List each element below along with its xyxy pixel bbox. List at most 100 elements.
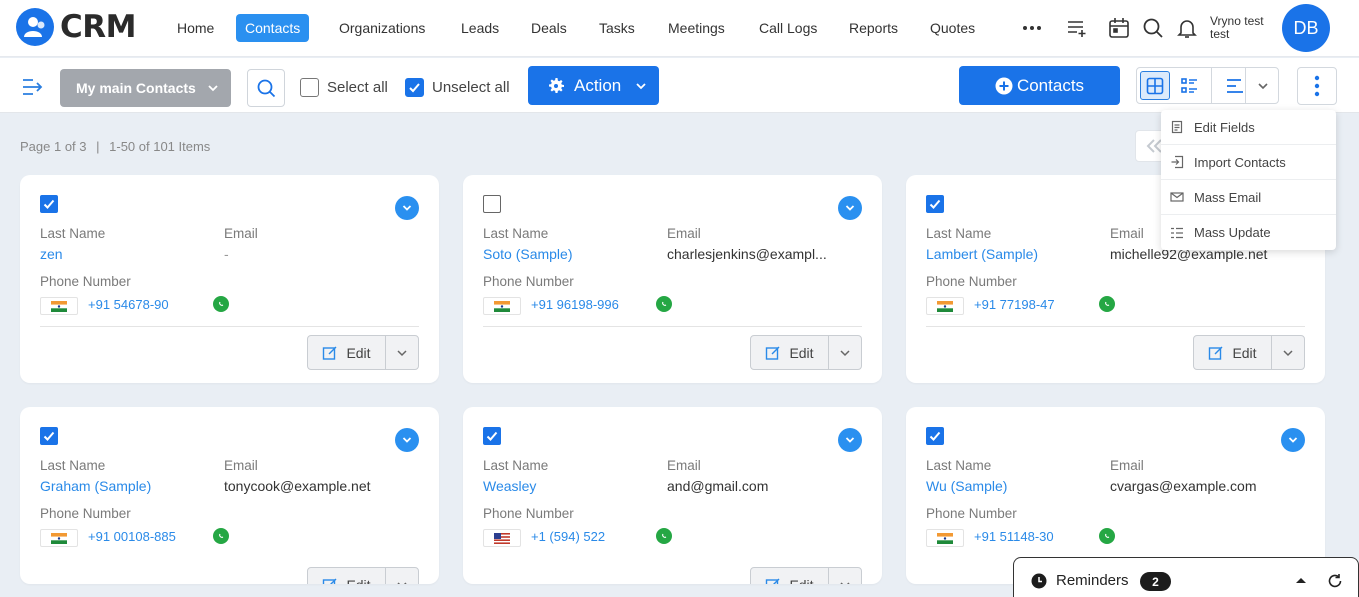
nav-call-logs[interactable]: Call Logs [750, 14, 826, 42]
whatsapp-icon[interactable] [1099, 528, 1115, 544]
more-options-button[interactable] [1297, 67, 1337, 105]
grid-view-button[interactable] [1140, 71, 1170, 100]
menu-item-edit-fields[interactable]: Edit Fields [1161, 110, 1336, 145]
card-checkbox[interactable] [40, 195, 58, 213]
select-all-checkbox[interactable]: Select all [300, 78, 388, 97]
whatsapp-icon[interactable] [656, 296, 672, 312]
sidebar-toggle-icon[interactable] [20, 77, 44, 102]
edit-icon [766, 346, 780, 360]
divider [1211, 68, 1212, 103]
nav-contacts[interactable]: Contacts [236, 14, 310, 42]
india-flag-icon [40, 297, 78, 315]
ellipsis-icon[interactable] [1020, 16, 1044, 40]
app-logo[interactable]: CRM [16, 8, 136, 46]
nav-home[interactable]: Home [168, 14, 223, 42]
contact-card: Last Name Email zen - Phone Number +91 5… [20, 175, 439, 383]
edit-button-group: Edit [1193, 335, 1305, 370]
expand-button[interactable] [395, 428, 419, 452]
avatar[interactable]: DB [1282, 4, 1330, 52]
chevron-down-icon [397, 581, 407, 584]
view-dropdown-button[interactable] [1245, 68, 1279, 103]
caret-up-icon[interactable] [1295, 576, 1307, 586]
card-checkbox[interactable] [483, 195, 501, 213]
select-all-box[interactable] [300, 78, 319, 97]
menu-item-import-contacts[interactable]: Import Contacts [1161, 145, 1336, 180]
email-label: Email [224, 458, 258, 473]
expand-button[interactable] [838, 428, 862, 452]
expand-button[interactable] [1281, 428, 1305, 452]
phone-value[interactable]: +91 54678-90 [88, 297, 169, 312]
card-checkbox[interactable] [926, 427, 944, 445]
view-selector[interactable]: My main Contacts [60, 69, 231, 107]
reminders-panel[interactable]: Reminders 2 [1013, 557, 1359, 597]
edit-dropdown-button[interactable] [1272, 336, 1304, 369]
email-value: tonycook@example.net [224, 478, 371, 494]
search-icon[interactable] [1141, 16, 1165, 40]
unselect-all-checkbox[interactable]: Unselect all [405, 78, 510, 97]
chevron-down-icon [208, 85, 218, 92]
edit-button[interactable]: Edit [751, 568, 829, 584]
nav-leads[interactable]: Leads [452, 14, 508, 42]
chevron-down-icon [1288, 437, 1298, 443]
action-button[interactable]: Action [528, 66, 659, 105]
edit-dropdown-button[interactable] [386, 336, 418, 369]
menu-item-mass-update[interactable]: Mass Update [1161, 215, 1336, 250]
calendar-icon[interactable] [1107, 16, 1131, 40]
check-icon [43, 199, 55, 209]
last-name-value[interactable]: Soto (Sample) [483, 246, 653, 262]
last-name-value[interactable]: Wu (Sample) [926, 478, 1096, 494]
nav-deals[interactable]: Deals [522, 14, 576, 42]
nav-meetings[interactable]: Meetings [659, 14, 734, 42]
phone-label: Phone Number [926, 274, 1017, 289]
edit-dropdown-button[interactable] [386, 568, 418, 584]
last-name-value[interactable]: Graham (Sample) [40, 478, 210, 494]
last-name-value[interactable]: Weasley [483, 478, 653, 494]
unselect-all-box[interactable] [405, 78, 424, 97]
plus-circle-icon [995, 77, 1013, 94]
card-checkbox[interactable] [483, 427, 501, 445]
expand-button[interactable] [395, 196, 419, 220]
email-label: Email [667, 458, 701, 473]
phone-value[interactable]: +91 96198-996 [531, 297, 619, 312]
whatsapp-icon[interactable] [213, 296, 229, 312]
phone-value[interactable]: +1 (594) 522 [531, 529, 605, 544]
last-name-value[interactable]: zen [40, 246, 210, 262]
edit-button[interactable]: Edit [1194, 336, 1272, 369]
check-icon [486, 431, 498, 441]
edit-button[interactable]: Edit [751, 336, 829, 369]
whatsapp-icon[interactable] [1099, 296, 1115, 312]
kanban-view-button[interactable] [1225, 76, 1245, 101]
edit-button-group: Edit [307, 335, 419, 370]
contact-card: Last Name Email Weasley and@gmail.com Ph… [463, 407, 882, 584]
last-name-value[interactable]: Lambert (Sample) [926, 246, 1096, 262]
last-name-label: Last Name [40, 458, 106, 473]
last-name-label: Last Name [926, 226, 992, 241]
nav-organizations[interactable]: Organizations [330, 14, 434, 42]
edit-button[interactable]: Edit [308, 568, 386, 584]
add-list-icon[interactable] [1065, 16, 1089, 40]
menu-item-mass-email[interactable]: Mass Email [1161, 180, 1336, 215]
nav-tasks[interactable]: Tasks [590, 14, 644, 42]
chevron-down-icon [397, 349, 407, 356]
phone-value[interactable]: +91 77198-47 [974, 297, 1055, 312]
expand-button[interactable] [838, 196, 862, 220]
whatsapp-icon[interactable] [213, 528, 229, 544]
list-view-button[interactable] [1179, 76, 1199, 101]
phone-value[interactable]: +91 00108-885 [88, 529, 176, 544]
email-label: Email [1110, 226, 1144, 241]
nav-quotes[interactable]: Quotes [921, 14, 984, 42]
edit-button[interactable]: Edit [308, 336, 386, 369]
bell-icon[interactable] [1175, 16, 1199, 40]
edit-dropdown-button[interactable] [829, 568, 861, 584]
phone-value[interactable]: +91 51148-30 [974, 529, 1054, 544]
search-button[interactable] [247, 69, 285, 107]
chevron-down-icon [840, 349, 850, 356]
user-name[interactable]: Vryno test test [1210, 15, 1264, 41]
add-contact-button[interactable]: Contacts [959, 66, 1120, 105]
card-checkbox[interactable] [40, 427, 58, 445]
refresh-icon[interactable] [1327, 573, 1343, 589]
whatsapp-icon[interactable] [656, 528, 672, 544]
edit-dropdown-button[interactable] [829, 336, 861, 369]
nav-reports[interactable]: Reports [840, 14, 907, 42]
card-checkbox[interactable] [926, 195, 944, 213]
